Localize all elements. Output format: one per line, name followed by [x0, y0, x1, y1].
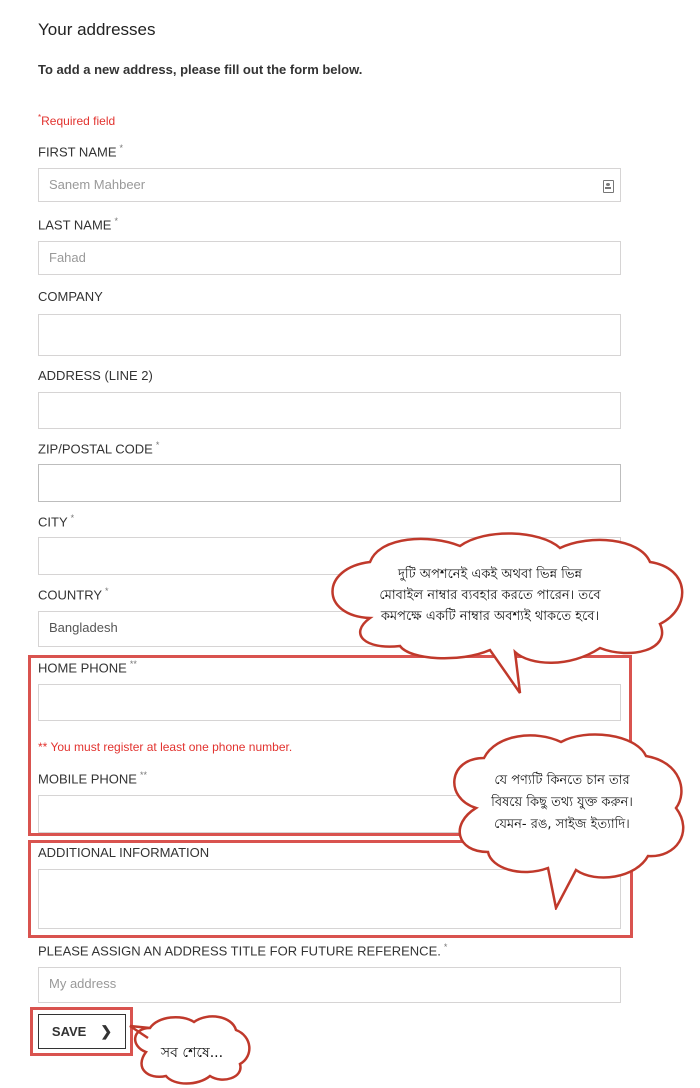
required-note: *Required field	[38, 113, 116, 128]
save-callout-text: সব শেষে...	[160, 1045, 224, 1061]
info-callout-text: যে পণ্যটি কিনতে চান তার বিষয়ে কিছু তথ্য…	[491, 773, 633, 832]
contact-card-icon	[603, 180, 614, 193]
city-label: CITY *	[38, 513, 75, 530]
last-name-label: LAST NAME *	[38, 216, 118, 233]
zip-field[interactable]	[38, 464, 621, 502]
first-name-label: FIRST NAME *	[38, 143, 124, 160]
save-highlight-box	[30, 1007, 133, 1056]
first-name-field[interactable]: Sanem Mahbeer	[38, 168, 621, 202]
address2-field[interactable]	[38, 392, 621, 429]
country-label: COUNTRY *	[38, 586, 109, 603]
page-title: Your addresses	[38, 20, 156, 39]
zip-label: ZIP/POSTAL CODE *	[38, 440, 160, 457]
alias-field[interactable]: My address	[38, 967, 621, 1003]
last-name-field[interactable]: Fahad	[38, 241, 621, 275]
address2-label: ADDRESS (LINE 2)	[38, 368, 153, 383]
company-label: COMPANY	[38, 289, 103, 304]
page-subtitle: To add a new address, please fill out th…	[38, 62, 363, 77]
company-field[interactable]	[38, 314, 621, 356]
alias-label: PLEASE ASSIGN AN ADDRESS TITLE FOR FUTUR…	[38, 942, 448, 959]
phone-callout-text: দুটি অপশনেই একই অথবা ভিন্ন ভিন্ন মোবাইল …	[379, 567, 601, 624]
